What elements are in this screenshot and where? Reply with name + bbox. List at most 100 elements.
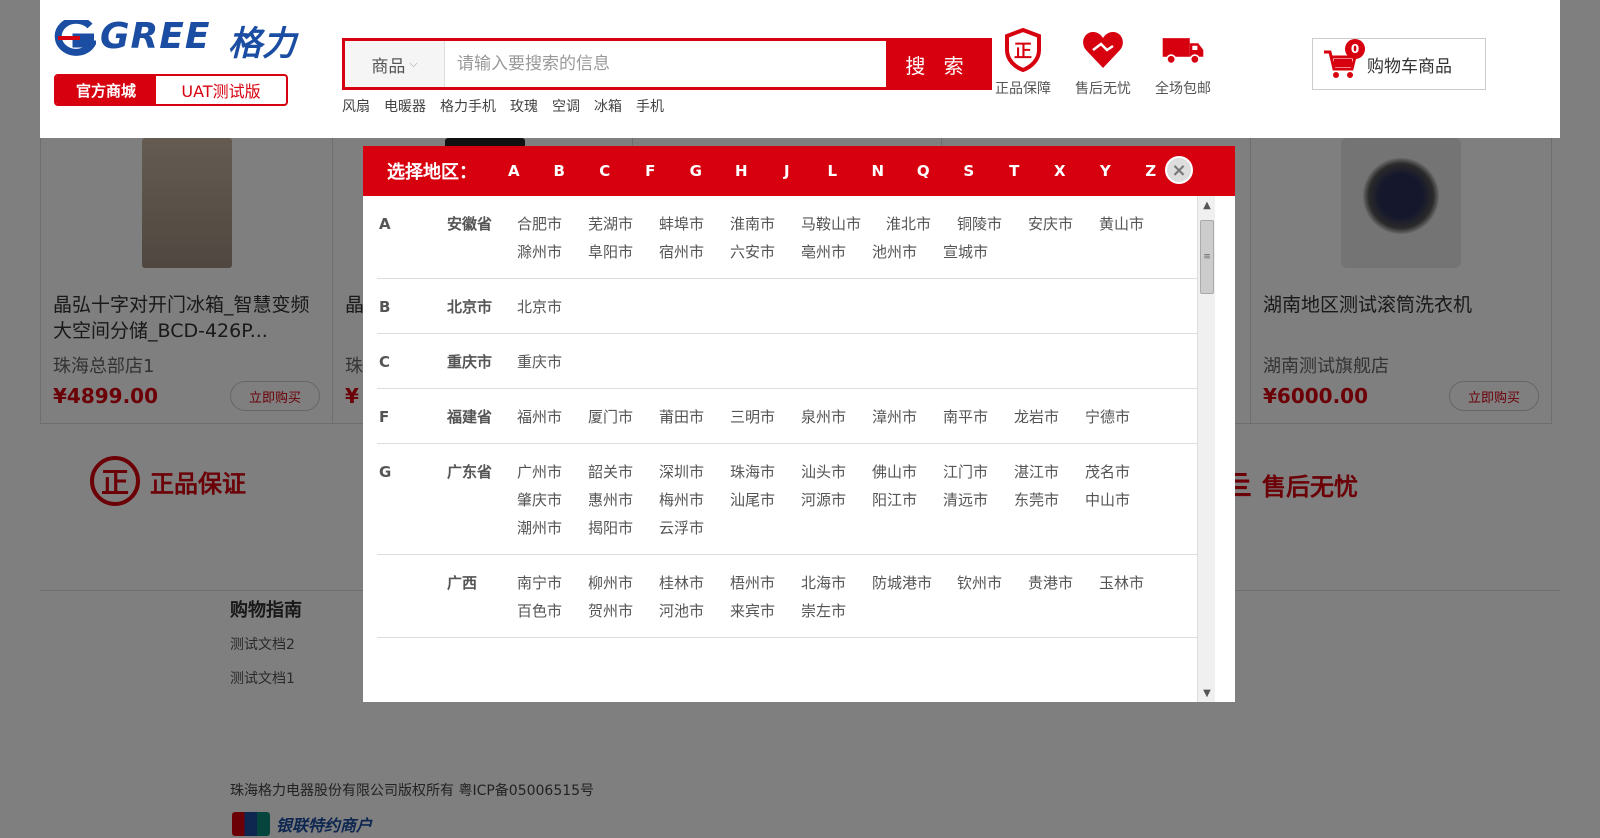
hot-word-link[interactable]: 手机 [636,96,664,116]
city-link[interactable]: 阜阳市 [588,238,659,266]
letter-link[interactable]: F [628,162,674,180]
city-link[interactable]: 湛江市 [1014,458,1085,486]
letter-link[interactable]: B [537,162,583,180]
hot-word-link[interactable]: 空调 [552,96,580,116]
city-link[interactable]: 宁德市 [1085,403,1156,431]
city-link[interactable]: 玉林市 [1099,569,1170,597]
city-link[interactable]: 河池市 [659,597,730,625]
city-link[interactable]: 汕尾市 [730,486,801,514]
letter-link[interactable]: G [673,162,719,180]
cart-button[interactable]: 0 购物车商品 [1312,38,1486,90]
search-button[interactable]: 搜 索 [886,41,989,87]
city-link[interactable]: 池州市 [872,238,943,266]
province-name[interactable]: 广东省 [447,458,517,542]
city-link[interactable]: 珠海市 [730,458,801,486]
scroll-up-arrow-icon[interactable]: ▲ [1198,196,1216,214]
city-link[interactable]: 亳州市 [801,238,872,266]
city-link[interactable]: 淮北市 [886,210,957,238]
city-link[interactable]: 铜陵市 [957,210,1028,238]
city-link[interactable]: 福州市 [517,403,588,431]
city-link[interactable]: 江门市 [943,458,1014,486]
city-link[interactable]: 马鞍山市 [801,210,886,238]
city-link[interactable]: 揭阳市 [588,514,659,542]
letter-link[interactable]: A [491,162,537,180]
province-name[interactable]: 北京市 [447,293,517,321]
city-link[interactable]: 韶关市 [588,458,659,486]
scrollbar[interactable]: ▲ ≡ ▼ [1197,196,1215,702]
close-icon[interactable]: × [1165,156,1193,184]
letter-link[interactable]: Y [1083,162,1129,180]
hot-word-link[interactable]: 风扇 [342,96,370,116]
city-link[interactable]: 淮南市 [730,210,801,238]
city-link[interactable]: 龙岩市 [1014,403,1085,431]
city-link[interactable]: 滁州市 [517,238,588,266]
city-link[interactable]: 汕头市 [801,458,872,486]
city-link[interactable]: 深圳市 [659,458,730,486]
city-link[interactable]: 肇庆市 [517,486,588,514]
letter-link[interactable]: S [946,162,992,180]
city-link[interactable]: 宣城市 [943,238,1014,266]
city-link[interactable]: 中山市 [1085,486,1156,514]
uat-version-tag[interactable]: UAT测试版 [156,76,286,104]
search-category-select[interactable]: 商品 ⌵ [345,41,445,87]
hot-word-link[interactable]: 玫瑰 [510,96,538,116]
city-link[interactable]: 莆田市 [659,403,730,431]
province-name[interactable]: 福建省 [447,403,517,431]
search-input[interactable] [445,41,886,87]
city-link[interactable]: 潮州市 [517,514,588,542]
city-link[interactable]: 六安市 [730,238,801,266]
letter-link[interactable]: J [764,162,810,180]
city-link[interactable]: 佛山市 [872,458,943,486]
letter-link[interactable]: H [719,162,765,180]
city-link[interactable]: 河源市 [801,486,872,514]
official-store-tag[interactable]: 官方商城 [56,76,156,104]
city-link[interactable]: 东莞市 [1014,486,1085,514]
hot-word-link[interactable]: 冰箱 [594,96,622,116]
letter-link[interactable]: Q [901,162,947,180]
scrollbar-thumb[interactable]: ≡ [1200,220,1214,294]
city-link[interactable]: 钦州市 [957,569,1028,597]
city-link[interactable]: 茂名市 [1085,458,1156,486]
city-link[interactable]: 百色市 [517,597,588,625]
city-link[interactable]: 桂林市 [659,569,730,597]
city-link[interactable]: 漳州市 [872,403,943,431]
province-name[interactable]: 重庆市 [447,348,517,376]
city-link[interactable]: 梅州市 [659,486,730,514]
letter-link[interactable]: T [992,162,1038,180]
city-link[interactable]: 来宾市 [730,597,801,625]
city-link[interactable]: 南平市 [943,403,1014,431]
letter-link[interactable]: C [582,162,628,180]
letter-link[interactable]: L [810,162,856,180]
province-name[interactable]: 广西 [447,569,517,625]
city-link[interactable]: 合肥市 [517,210,588,238]
city-link[interactable]: 芜湖市 [588,210,659,238]
city-link[interactable]: 三明市 [730,403,801,431]
city-link[interactable]: 重庆市 [517,348,588,376]
letter-link[interactable]: X [1037,162,1083,180]
city-link[interactable]: 柳州市 [588,569,659,597]
hot-word-link[interactable]: 格力手机 [440,96,496,116]
city-link[interactable]: 贺州市 [588,597,659,625]
city-link[interactable]: 宿州市 [659,238,730,266]
city-link[interactable]: 广州市 [517,458,588,486]
province-name[interactable]: 安徽省 [447,210,517,266]
city-link[interactable]: 云浮市 [659,514,730,542]
city-link[interactable]: 崇左市 [801,597,872,625]
city-link[interactable]: 蚌埠市 [659,210,730,238]
city-link[interactable]: 防城港市 [872,569,957,597]
gree-logo[interactable]: GREE 格力 [50,16,300,64]
city-link[interactable]: 惠州市 [588,486,659,514]
city-link[interactable]: 北海市 [801,569,872,597]
city-link[interactable]: 北京市 [517,293,588,321]
scroll-down-arrow-icon[interactable]: ▼ [1198,684,1216,702]
city-link[interactable]: 贵港市 [1028,569,1099,597]
city-link[interactable]: 清远市 [943,486,1014,514]
letter-link[interactable]: N [855,162,901,180]
city-link[interactable]: 阳江市 [872,486,943,514]
hot-word-link[interactable]: 电暖器 [384,96,426,116]
city-link[interactable]: 黄山市 [1099,210,1170,238]
city-link[interactable]: 安庆市 [1028,210,1099,238]
city-link[interactable]: 梧州市 [730,569,801,597]
city-link[interactable]: 厦门市 [588,403,659,431]
city-link[interactable]: 泉州市 [801,403,872,431]
